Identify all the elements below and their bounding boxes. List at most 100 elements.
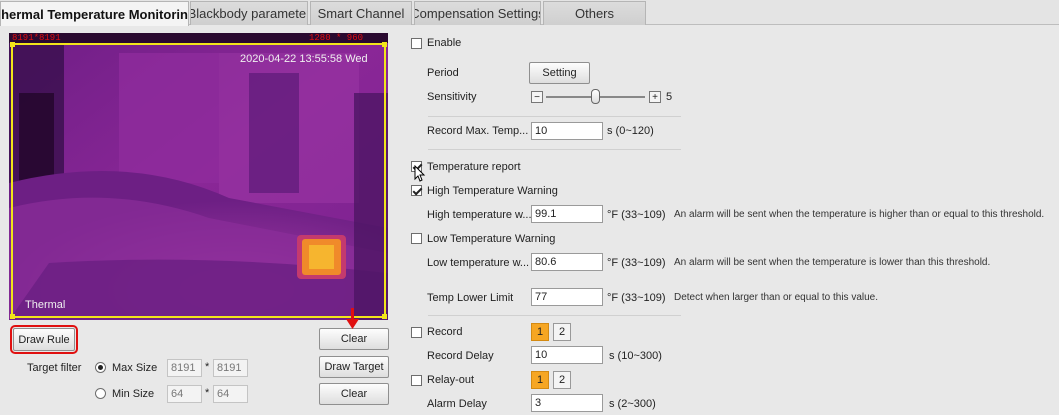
red-arrow-annotation-icon [346, 308, 359, 329]
low-temperature-warning-label: Low Temperature Warning [427, 233, 556, 245]
relay-channel-1-button[interactable]: 1 [531, 371, 549, 389]
channel-number: 2 [558, 326, 566, 338]
tab-thermal-temperature-monitoring[interactable]: Thermal Temperature Monitoring [0, 1, 189, 26]
temp-lower-limit-hint: Detect when larger than or equal to this… [674, 292, 879, 303]
min-height-field[interactable]: 64 [213, 385, 248, 403]
high-temperature-value: 99.1 [535, 208, 557, 220]
divider [428, 315, 681, 316]
tab-others[interactable]: Others [543, 1, 646, 25]
thermal-video-preview[interactable]: 8191*8191 1280 * 960 2020-04-22 13:55:58… [9, 33, 388, 320]
record-max-temp-field[interactable]: 10 [531, 122, 603, 140]
tab-compensation-settings[interactable]: Compensation Settings [414, 1, 541, 25]
relay-out-label: Relay-out [427, 374, 475, 386]
clear-target-button[interactable]: Clear [319, 383, 389, 405]
clear-rule-label: Clear [340, 333, 368, 345]
min-size-label: Min Size [112, 388, 155, 400]
alarm-delay-value: 3 [535, 397, 542, 409]
channel-label-overlay: Thermal [25, 299, 66, 311]
tab-bar: Thermal Temperature Monitoring Blackbody… [0, 0, 1059, 26]
max-width-value: 8191 [171, 362, 196, 374]
times-sign: * [205, 387, 210, 399]
low-temperature-value: 80.6 [535, 256, 557, 268]
high-temperature-warning-label: High Temperature Warning [427, 185, 558, 197]
clear-rule-button[interactable]: Clear [319, 328, 389, 350]
record-delay-range: s (10~300) [609, 350, 662, 362]
max-size-radio[interactable] [95, 362, 106, 373]
draw-rule-label: Draw Rule [18, 333, 70, 346]
low-temperature-field[interactable]: 80.6 [531, 253, 603, 271]
channel-number: 1 [536, 374, 544, 386]
target-filter-label: Target filter [27, 362, 82, 374]
sensitivity-slider-thumb[interactable] [591, 89, 600, 104]
tab-smart-channel[interactable]: Smart Channel [310, 1, 412, 25]
tab-label: Thermal Temperature Monitoring [0, 6, 189, 22]
max-width-field[interactable]: 8191 [167, 359, 202, 377]
sensitivity-decrease-button[interactable]: − [531, 91, 543, 103]
sensitivity-increase-button[interactable]: + [649, 91, 661, 103]
mouse-cursor-icon [414, 165, 426, 182]
alarm-delay-field[interactable]: 3 [531, 394, 603, 412]
divider [428, 116, 681, 117]
max-height-field[interactable]: 8191 [213, 359, 248, 377]
low-temperature-range: °F (33~109) [607, 257, 666, 269]
tab-blackbody-parameter[interactable]: Blackbody parameter [190, 1, 308, 25]
resolution-overlay: 1280 * 960 [309, 33, 364, 43]
record-delay-label: Record Delay [427, 350, 494, 362]
min-width-field[interactable]: 64 [167, 385, 202, 403]
temp-lower-limit-field[interactable]: 77 [531, 288, 603, 306]
record-delay-value: 10 [535, 349, 548, 361]
low-temperature-threshold-label: Low temperature w... [427, 257, 530, 269]
draw-target-button[interactable]: Draw Target [319, 356, 389, 378]
record-delay-field[interactable]: 10 [531, 346, 603, 364]
record-max-temp-range: s (0~120) [607, 125, 654, 137]
enable-checkbox[interactable] [411, 38, 422, 49]
setting-label: Setting [542, 67, 577, 79]
clear-target-label: Clear [340, 388, 368, 400]
max-height-value: 8191 [217, 362, 242, 374]
high-temperature-warning-checkbox[interactable] [411, 185, 422, 196]
draw-target-label: Draw Target [324, 361, 384, 373]
low-temperature-hint: An alarm will be sent when the temperatu… [674, 257, 991, 268]
relay-out-checkbox[interactable] [411, 375, 422, 386]
min-width-value: 64 [171, 388, 184, 400]
record-checkbox[interactable] [411, 327, 422, 338]
high-temperature-field[interactable]: 99.1 [531, 205, 603, 223]
max-size-overlay: 8191*8191 [12, 33, 61, 43]
tab-label: Compensation Settings [414, 6, 541, 21]
divider [428, 149, 681, 150]
period-label: Period [427, 67, 459, 79]
min-size-radio[interactable] [95, 388, 106, 399]
high-temperature-threshold-label: High temperature w... [427, 209, 532, 221]
record-channel-1-button[interactable]: 1 [531, 323, 549, 341]
min-height-value: 64 [217, 388, 230, 400]
low-temperature-warning-checkbox[interactable] [411, 233, 422, 244]
alarm-delay-label: Alarm Delay [427, 398, 487, 410]
tab-label: Blackbody parameter [190, 6, 308, 21]
plus-icon: + [652, 91, 658, 103]
alarm-delay-range: s (2~300) [609, 398, 656, 410]
relay-channel-2-button[interactable]: 2 [553, 371, 571, 389]
timestamp-overlay: 2020-04-22 13:55:58 Wed [240, 53, 368, 65]
record-label: Record [427, 326, 463, 338]
temp-lower-limit-range: °F (33~109) [607, 292, 666, 304]
tab-label: Others [574, 6, 614, 21]
temp-lower-limit-label: Temp Lower Limit [427, 292, 514, 304]
period-setting-button[interactable]: Setting [529, 62, 590, 84]
draw-rule-button[interactable]: Draw Rule [10, 325, 78, 354]
max-size-label: Max Size [112, 362, 158, 374]
record-max-temp-value: 10 [535, 125, 548, 137]
enable-label: Enable [427, 37, 462, 49]
channel-number: 2 [558, 374, 566, 386]
sensitivity-value: 5 [666, 91, 673, 103]
temp-lower-limit-value: 77 [535, 291, 548, 303]
tab-label: Smart Channel [317, 6, 405, 21]
times-sign: * [205, 361, 210, 373]
record-channel-2-button[interactable]: 2 [553, 323, 571, 341]
thermal-image [9, 33, 388, 320]
temperature-report-label: Temperature report [427, 161, 521, 173]
sensitivity-label: Sensitivity [427, 91, 477, 103]
high-temperature-range: °F (33~109) [607, 209, 666, 221]
minus-icon: − [534, 91, 540, 103]
high-temperature-hint: An alarm will be sent when the temperatu… [674, 209, 1045, 220]
channel-number: 1 [536, 326, 544, 338]
